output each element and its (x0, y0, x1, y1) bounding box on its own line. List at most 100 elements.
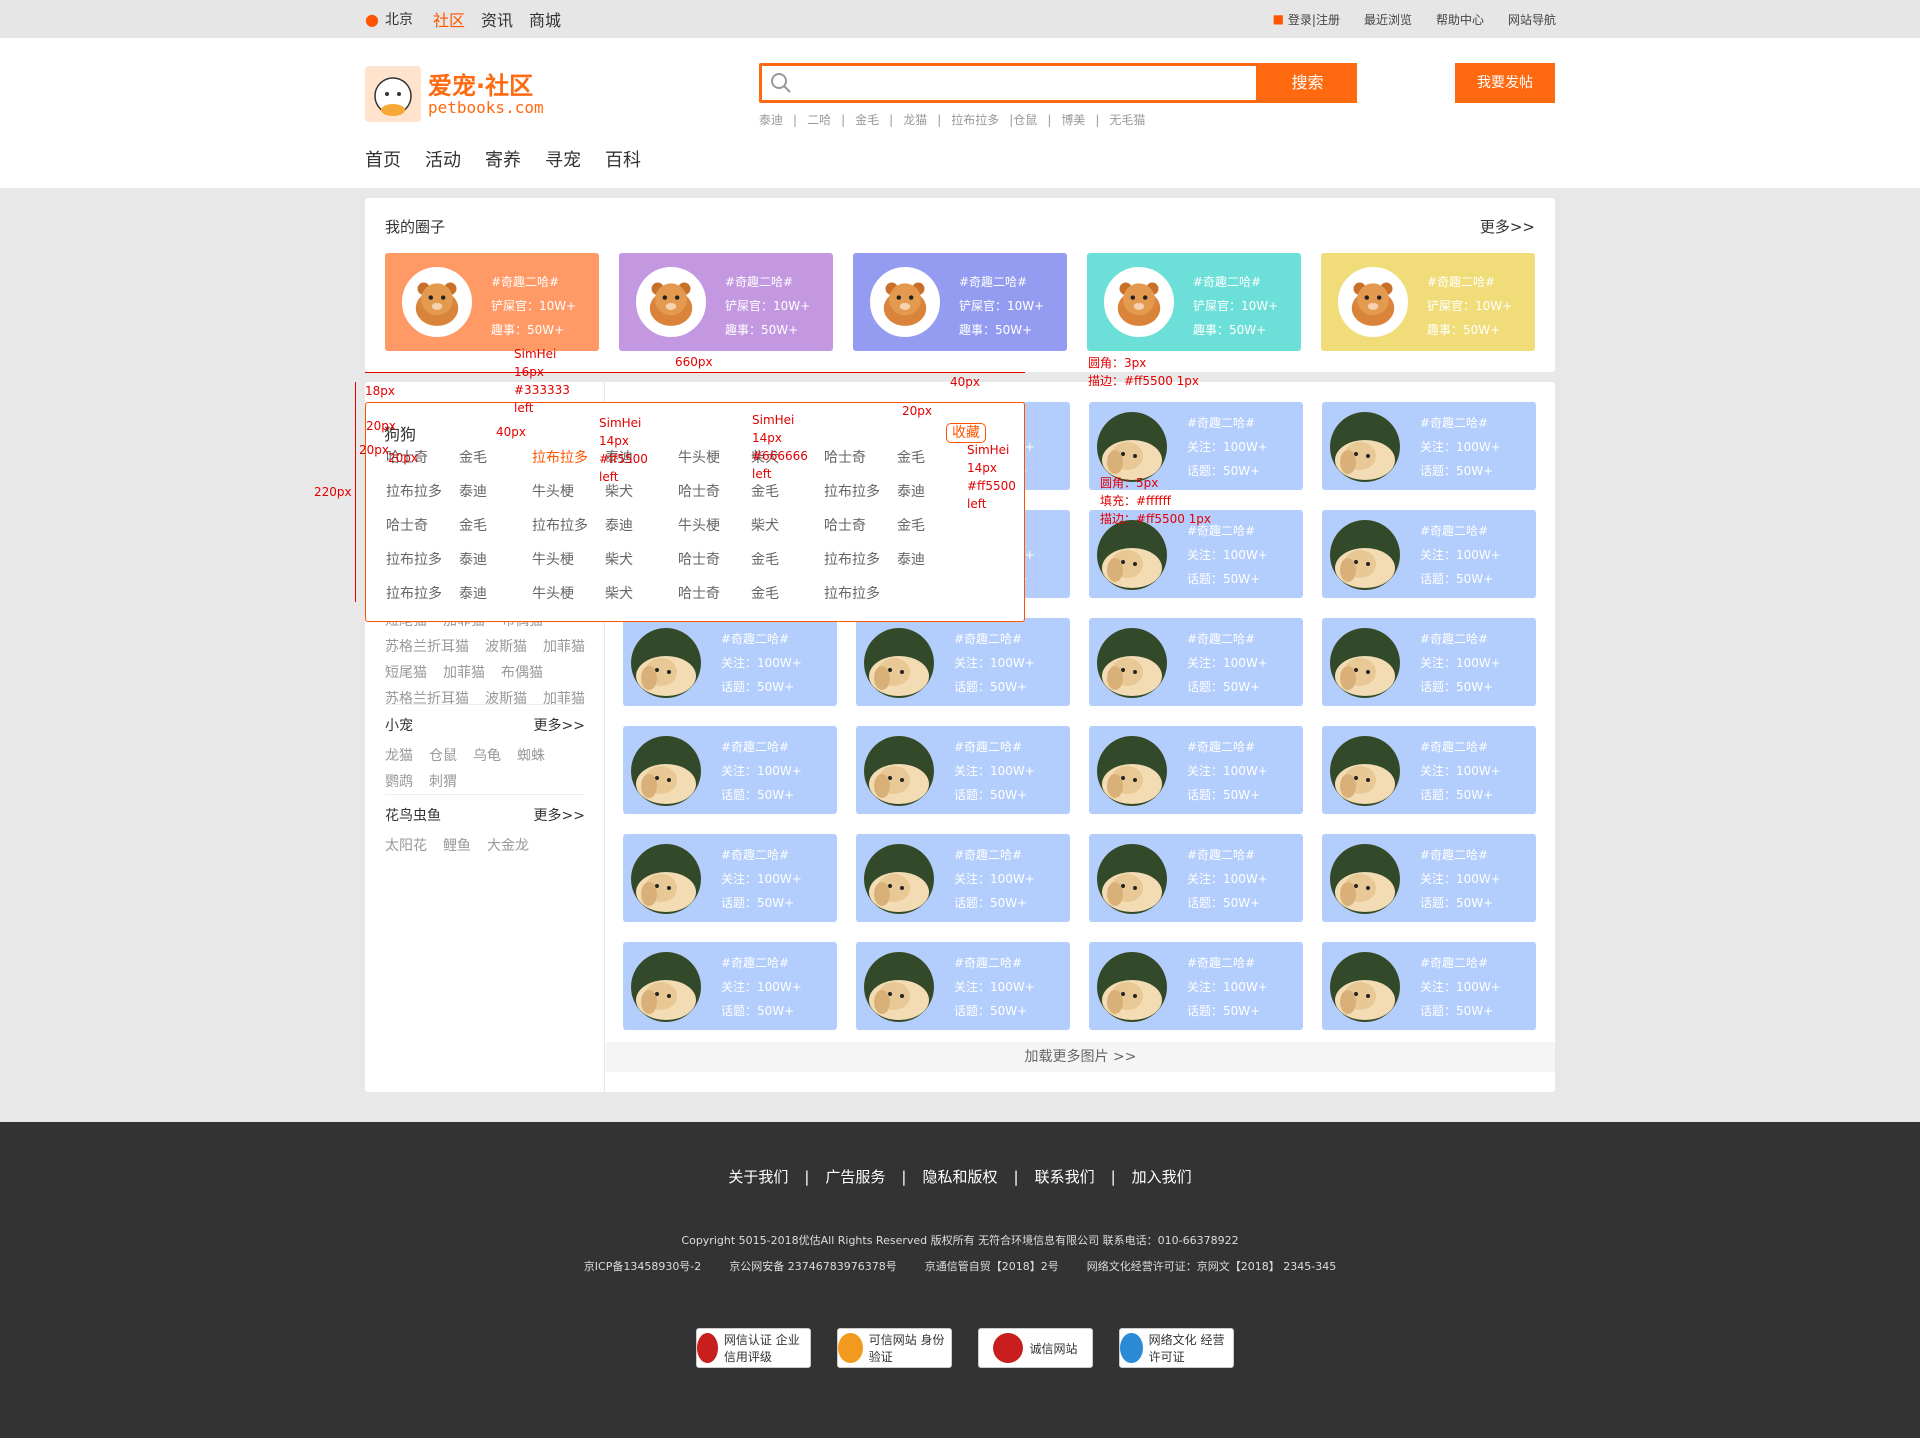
category-item[interactable]: 乌龟 (473, 745, 501, 765)
pet-card[interactable]: #奇趣二哈# 关注：100W+ 话题：50W+ (1089, 618, 1303, 706)
circle-card[interactable]: #奇趣二哈# 铲屎官：10W+ 趣事：50W+ (1087, 253, 1301, 351)
breed-tag[interactable]: 拉布拉多 (824, 583, 897, 603)
breed-tag[interactable]: 拉布拉多 (386, 481, 459, 501)
pet-card[interactable]: #奇趣二哈# 关注：100W+ 话题：50W+ (856, 618, 1070, 706)
more-link[interactable]: 更多>> (1480, 216, 1535, 237)
topnav-mall[interactable]: 商城 (529, 7, 561, 31)
breed-tag[interactable]: 哈士奇 (678, 583, 751, 603)
breed-tag[interactable]: 金毛 (751, 481, 824, 501)
breed-tag[interactable]: 金毛 (459, 447, 532, 467)
pet-card[interactable]: #奇趣二哈# 关注：100W+ 话题：50W+ (856, 942, 1070, 1030)
category-item[interactable]: 太阳花 (385, 835, 427, 855)
breed-tag[interactable]: 哈士奇 (678, 481, 751, 501)
breed-tag[interactable]: 金毛 (751, 583, 824, 603)
breed-tag[interactable]: 牛头梗 (532, 481, 605, 501)
topnav-community[interactable]: 社区 (433, 7, 465, 31)
sitemap-link[interactable]: 网站导航 (1508, 11, 1556, 28)
category-item[interactable]: 大金龙 (487, 835, 529, 855)
pet-card[interactable]: #奇趣二哈# 关注：100W+ 话题：50W+ (1322, 402, 1536, 490)
breed-tag[interactable]: 柴犬 (751, 515, 824, 535)
breed-tag[interactable]: 泰迪 (605, 515, 678, 535)
pet-card[interactable]: #奇趣二哈# 关注：100W+ 话题：50W+ (1322, 726, 1536, 814)
circle-card[interactable]: #奇趣二哈# 铲屎官：10W+ 趣事：50W+ (853, 253, 1067, 351)
pet-card[interactable]: #奇趣二哈# 关注：100W+ 话题：50W+ (623, 726, 837, 814)
hot-tag[interactable]: 泰迪 (759, 113, 783, 127)
city-selector[interactable]: 北京 (385, 9, 413, 29)
pet-card[interactable]: #奇趣二哈# 关注：100W+ 话题：50W+ (1089, 834, 1303, 922)
nav-boarding[interactable]: 寄养 (485, 146, 521, 172)
breed-tag[interactable]: 哈士奇 (678, 549, 751, 569)
logo-mascot[interactable] (365, 66, 421, 122)
recent-link[interactable]: 最近浏览 (1364, 11, 1412, 28)
search-input[interactable] (759, 63, 1259, 103)
pet-card[interactable]: #奇趣二哈# 关注：100W+ 话题：50W+ (623, 834, 837, 922)
pet-card[interactable]: #奇趣二哈# 关注：100W+ 话题：50W+ (856, 834, 1070, 922)
pet-card[interactable]: #奇趣二哈# 关注：100W+ 话题：50W+ (1089, 942, 1303, 1030)
category-item[interactable]: 鲤鱼 (443, 835, 471, 855)
breed-tag[interactable]: 牛头梗 (678, 515, 751, 535)
category-item[interactable]: 短尾猫 (385, 662, 427, 682)
hot-tag[interactable]: 拉布拉多 (951, 113, 999, 127)
footer-link[interactable]: 加入我们 (1132, 1168, 1192, 1186)
load-more-button[interactable]: 加载更多图片 >> (606, 1042, 1555, 1072)
category-item[interactable]: 布偶猫 (501, 662, 543, 682)
breed-tag[interactable]: 哈士奇 (824, 515, 897, 535)
pet-card[interactable]: #奇趣二哈# 关注：100W+ 话题：50W+ (623, 942, 837, 1030)
login-link[interactable]: 登录|注册 (1288, 11, 1340, 28)
category-item[interactable]: 加菲猫 (543, 636, 585, 656)
nav-wiki[interactable]: 百科 (605, 146, 641, 172)
category-item[interactable]: 苏格兰折耳猫 (385, 636, 469, 656)
breed-tag[interactable]: 金毛 (751, 549, 824, 569)
hot-tag[interactable]: 二哈 (807, 113, 831, 127)
topnav-news[interactable]: 资讯 (481, 7, 513, 31)
breed-tag[interactable]: 牛头梗 (532, 549, 605, 569)
breed-tag[interactable]: 哈士奇 (386, 515, 459, 535)
breed-tag[interactable]: 拉布拉多 (532, 515, 605, 535)
breed-tag[interactable]: 哈士奇 (824, 447, 897, 467)
trust-badge[interactable]: 网络文化 经营许可证 (1119, 1328, 1234, 1368)
pet-card[interactable]: #奇趣二哈# 关注：100W+ 话题：50W+ (1322, 834, 1536, 922)
circle-card[interactable]: #奇趣二哈# 铲屎官：10W+ 趣事：50W+ (1321, 253, 1535, 351)
pet-card[interactable]: #奇趣二哈# 关注：100W+ 话题：50W+ (1322, 510, 1536, 598)
pet-card[interactable]: #奇趣二哈# 关注：100W+ 话题：50W+ (623, 618, 837, 706)
category-item[interactable]: 波斯猫 (485, 636, 527, 656)
post-button[interactable]: 我要发帖 (1455, 63, 1555, 103)
category-item[interactable]: 鹦鹉 (385, 771, 413, 791)
breed-tag[interactable]: 泰迪 (459, 583, 532, 603)
breed-tag[interactable]: 泰迪 (459, 481, 532, 501)
breed-tag[interactable]: 拉布拉多 (532, 447, 605, 467)
category-item[interactable]: 蜘蛛 (517, 745, 545, 765)
favorite-button[interactable]: 收藏 (946, 423, 986, 443)
breed-tag[interactable]: 金毛 (459, 515, 532, 535)
circle-card[interactable]: #奇趣二哈# 铲屎官：10W+ 趣事：50W+ (619, 253, 833, 351)
more-link[interactable]: 更多>> (534, 805, 585, 825)
category-item[interactable]: 仓鼠 (429, 745, 457, 765)
breed-tag[interactable]: 拉布拉多 (386, 583, 459, 603)
breed-tag[interactable]: 拉布拉多 (824, 481, 897, 501)
breed-tag[interactable]: 牛头梗 (532, 583, 605, 603)
category-item[interactable]: 龙猫 (385, 745, 413, 765)
category-item[interactable]: 刺猬 (429, 771, 457, 791)
nav-home[interactable]: 首页 (365, 146, 401, 172)
trust-badge[interactable]: 可信网站 身份验证 (837, 1328, 952, 1368)
pet-card[interactable]: #奇趣二哈# 关注：100W+ 话题：50W+ (856, 726, 1070, 814)
logo-title[interactable]: 爱宠·社区 (428, 66, 533, 101)
footer-link[interactable]: 广告服务 (825, 1168, 885, 1186)
footer-link[interactable]: 联系我们 (1035, 1168, 1095, 1186)
nav-find-pet[interactable]: 寻宠 (545, 146, 581, 172)
more-link[interactable]: 更多>> (534, 715, 585, 735)
footer-link[interactable]: 关于我们 (728, 1168, 788, 1186)
breed-tag[interactable]: 泰迪 (459, 549, 532, 569)
pet-card[interactable]: #奇趣二哈# 关注：100W+ 话题：50W+ (1089, 726, 1303, 814)
search-button[interactable]: 搜索 (1258, 63, 1357, 103)
hot-tag[interactable]: 金毛 (855, 113, 879, 127)
hot-tag[interactable]: 博美 (1061, 113, 1085, 127)
breed-tag[interactable]: 金毛 (897, 447, 970, 467)
breed-tag[interactable]: 泰迪 (897, 549, 970, 569)
trust-badge[interactable]: 网信认证 企业信用评级 (696, 1328, 811, 1368)
nav-activity[interactable]: 活动 (425, 146, 461, 172)
hot-tag[interactable]: |仓鼠 (1009, 113, 1037, 127)
breed-tag[interactable]: 柴犬 (605, 583, 678, 603)
pet-card[interactable]: #奇趣二哈# 关注：100W+ 话题：50W+ (1322, 942, 1536, 1030)
breed-tag[interactable]: 金毛 (897, 515, 970, 535)
